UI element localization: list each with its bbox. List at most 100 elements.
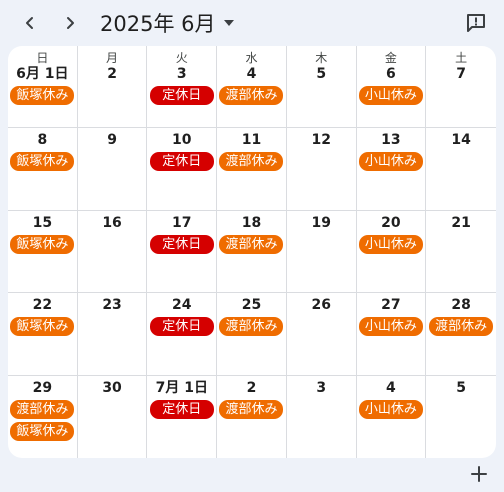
event-chip[interactable]: 渡部休み bbox=[219, 152, 284, 172]
day-number[interactable]: 3 bbox=[316, 380, 326, 397]
event-chip[interactable]: 渡部休み bbox=[219, 86, 284, 105]
event-chip[interactable]: 定休日 bbox=[149, 152, 214, 172]
event-chip[interactable]: 渡部休み bbox=[219, 234, 284, 254]
day-cell[interactable]: 25 渡部休み bbox=[217, 293, 287, 376]
day-cell[interactable]: 22 飯塚休み bbox=[8, 293, 78, 376]
day-cell[interactable]: 30 bbox=[78, 375, 148, 458]
day-cell[interactable]: 土7 bbox=[426, 46, 496, 129]
day-number[interactable]: 9 bbox=[107, 132, 117, 149]
day-cell[interactable]: 17 定休日 bbox=[147, 210, 218, 294]
day-number[interactable]: 12 bbox=[311, 132, 330, 149]
day-cell[interactable]: 20 小山休み bbox=[356, 210, 427, 294]
event-chip[interactable]: 飯塚休み bbox=[10, 421, 75, 441]
day-cell[interactable]: 水 4 渡部休み bbox=[217, 46, 287, 129]
event-chip[interactable]: 飯塚休み bbox=[10, 86, 75, 105]
event-chip[interactable]: 小山休み bbox=[358, 317, 423, 337]
day-number[interactable]: 5 bbox=[316, 66, 326, 83]
day-number[interactable]: 2 bbox=[247, 380, 257, 397]
day-number[interactable]: 18 bbox=[242, 215, 261, 232]
day-number[interactable]: 7 bbox=[456, 66, 466, 83]
day-cell[interactable]: 2 渡部休み bbox=[217, 375, 287, 458]
day-cell[interactable]: 14 bbox=[426, 128, 496, 211]
day-number[interactable]: 27 bbox=[381, 297, 400, 314]
day-number[interactable]: 16 bbox=[102, 215, 121, 232]
day-number[interactable]: 7月 1日 bbox=[156, 380, 208, 397]
event-chip[interactable]: 渡部休み bbox=[219, 317, 284, 337]
event-chip[interactable]: 小山休み bbox=[358, 234, 423, 254]
day-number[interactable]: 21 bbox=[451, 215, 470, 232]
day-cell[interactable]: 11 渡部休み bbox=[217, 128, 287, 211]
day-cell[interactable]: 5 bbox=[426, 376, 496, 458]
day-cell[interactable]: 金 6 小山休み bbox=[356, 46, 427, 129]
day-number[interactable]: 4 bbox=[247, 66, 257, 83]
day-cell[interactable]: 13 小山休み bbox=[356, 128, 427, 211]
month-selector[interactable]: 2025年 6月 bbox=[100, 9, 235, 37]
day-number[interactable]: 30 bbox=[102, 380, 121, 397]
day-cell[interactable]: 19 bbox=[286, 210, 357, 294]
day-cell[interactable]: 8 飯塚休み bbox=[8, 128, 78, 211]
day-cell[interactable]: 16 bbox=[77, 210, 148, 294]
day-cell[interactable]: 木5 bbox=[286, 46, 357, 129]
add-event-button[interactable] bbox=[466, 461, 492, 487]
event-chip[interactable]: 定休日 bbox=[149, 234, 214, 254]
event-chip[interactable]: 小山休み bbox=[358, 86, 423, 105]
next-month-button[interactable] bbox=[56, 9, 84, 37]
day-cell[interactable]: 23 bbox=[77, 293, 148, 376]
day-number[interactable]: 26 bbox=[311, 297, 330, 314]
day-number[interactable]: 11 bbox=[242, 132, 261, 149]
weekday-label: 金 bbox=[384, 51, 397, 65]
day-cell[interactable]: 24 定休日 bbox=[147, 293, 218, 376]
day-cell[interactable]: 18 渡部休み bbox=[217, 210, 287, 294]
day-cell[interactable]: 月2 bbox=[77, 46, 148, 129]
day-cell[interactable]: 15 飯塚休み bbox=[8, 210, 78, 294]
day-cell[interactable]: 3 bbox=[287, 375, 357, 458]
day-number[interactable]: 24 bbox=[172, 297, 191, 314]
day-events: 小山休み bbox=[357, 86, 426, 108]
event-chip[interactable]: 小山休み bbox=[358, 152, 423, 172]
day-cell[interactable]: 21 bbox=[426, 211, 496, 294]
day-number[interactable]: 13 bbox=[381, 132, 400, 149]
day-number[interactable]: 23 bbox=[102, 297, 121, 314]
day-number[interactable]: 20 bbox=[381, 215, 400, 232]
day-number[interactable]: 6 bbox=[386, 66, 396, 83]
previous-month-button[interactable] bbox=[16, 9, 44, 37]
weekday-label: 火 bbox=[175, 51, 188, 65]
day-cell[interactable]: 27 小山休み bbox=[356, 293, 427, 376]
day-number[interactable]: 17 bbox=[172, 215, 191, 232]
day-number[interactable]: 28 bbox=[451, 297, 470, 314]
day-number[interactable]: 5 bbox=[456, 380, 466, 397]
event-chip[interactable]: 定休日 bbox=[149, 399, 214, 419]
day-cell[interactable]: 9 bbox=[77, 128, 148, 211]
event-chip[interactable]: 渡部休み bbox=[10, 399, 75, 419]
event-chip[interactable]: 渡部休み bbox=[219, 399, 284, 419]
day-cell[interactable]: 12 bbox=[286, 128, 357, 211]
event-chip[interactable]: 飯塚休み bbox=[10, 234, 75, 254]
feedback-button[interactable] bbox=[462, 9, 490, 37]
day-number[interactable]: 22 bbox=[33, 297, 52, 314]
day-number[interactable]: 6月 1日 bbox=[16, 66, 68, 83]
day-number[interactable]: 29 bbox=[33, 380, 52, 397]
day-number[interactable]: 19 bbox=[311, 215, 330, 232]
day-number[interactable]: 3 bbox=[177, 66, 187, 83]
day-number[interactable]: 2 bbox=[107, 66, 117, 83]
day-cell[interactable]: 日 6月 1日 飯塚休み bbox=[8, 46, 78, 129]
event-chip[interactable]: 定休日 bbox=[149, 86, 214, 105]
day-number[interactable]: 4 bbox=[386, 380, 396, 397]
event-chip[interactable]: 小山休み bbox=[358, 399, 423, 419]
event-chip[interactable]: 渡部休み bbox=[429, 317, 494, 337]
day-cell[interactable]: 火 3 定休日 bbox=[147, 46, 218, 129]
event-chip[interactable]: 飯塚休み bbox=[10, 152, 75, 172]
day-cell[interactable]: 10 定休日 bbox=[147, 128, 218, 211]
day-number[interactable]: 15 bbox=[33, 215, 52, 232]
event-chip[interactable]: 定休日 bbox=[149, 317, 214, 337]
day-number[interactable]: 8 bbox=[37, 132, 47, 149]
day-number[interactable]: 25 bbox=[242, 297, 261, 314]
day-cell[interactable]: 26 bbox=[286, 293, 357, 376]
day-cell[interactable]: 7月 1日定休日 bbox=[147, 375, 218, 458]
day-cell[interactable]: 28 渡部休み bbox=[426, 293, 496, 376]
day-number[interactable]: 10 bbox=[172, 132, 191, 149]
day-number[interactable]: 14 bbox=[451, 132, 470, 149]
day-cell[interactable]: 4 小山休み bbox=[357, 375, 427, 458]
event-chip[interactable]: 飯塚休み bbox=[10, 317, 75, 337]
day-cell[interactable]: 29 渡部休み 飯塚休み bbox=[8, 375, 78, 458]
